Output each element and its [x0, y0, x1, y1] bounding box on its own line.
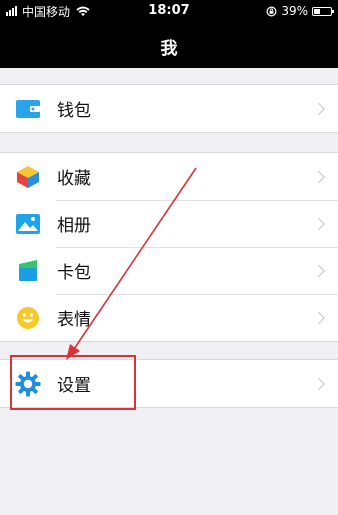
chevron-right-icon — [312, 170, 325, 183]
chevron-right-icon — [312, 377, 325, 390]
menu-item-label: 收藏 — [57, 169, 91, 189]
menu-item-stickers[interactable]: 表情 — [0, 294, 338, 341]
album-image-icon — [15, 211, 41, 237]
status-right: 39% — [266, 4, 334, 18]
menu-item-label: 卡包 — [57, 263, 91, 283]
chevron-right-icon — [312, 264, 325, 277]
menu-group-collections: 收藏 相册 卡包 表情 — [0, 152, 338, 342]
rotation-lock-icon — [266, 5, 277, 17]
menu-item-label: 钱包 — [57, 101, 91, 121]
highlight-box — [10, 355, 136, 410]
menu-item-favorites[interactable]: 收藏 — [0, 153, 338, 200]
wallet-icon — [15, 96, 41, 122]
battery-icon — [312, 6, 334, 16]
smiley-icon — [15, 305, 41, 331]
top-bar: 中国移动 18:07 39% 我 — [0, 0, 338, 68]
chevron-right-icon — [312, 311, 325, 324]
menu-item-wallet[interactable]: 钱包 — [0, 85, 338, 132]
favorites-cube-icon — [15, 164, 41, 190]
chevron-right-icon — [312, 102, 325, 115]
chevron-right-icon — [312, 217, 325, 230]
menu-item-label: 表情 — [57, 310, 91, 330]
status-bar: 中国移动 18:07 39% — [0, 0, 338, 22]
battery-percent: 39% — [281, 4, 308, 18]
menu-item-album[interactable]: 相册 — [0, 200, 338, 247]
card-pack-icon — [15, 258, 41, 284]
menu-item-label: 相册 — [57, 216, 91, 236]
menu-group-wallet: 钱包 — [0, 84, 338, 133]
battery-fill — [314, 8, 320, 14]
menu-item-card-pack[interactable]: 卡包 — [0, 247, 338, 294]
page-title: 我 — [160, 39, 178, 59]
